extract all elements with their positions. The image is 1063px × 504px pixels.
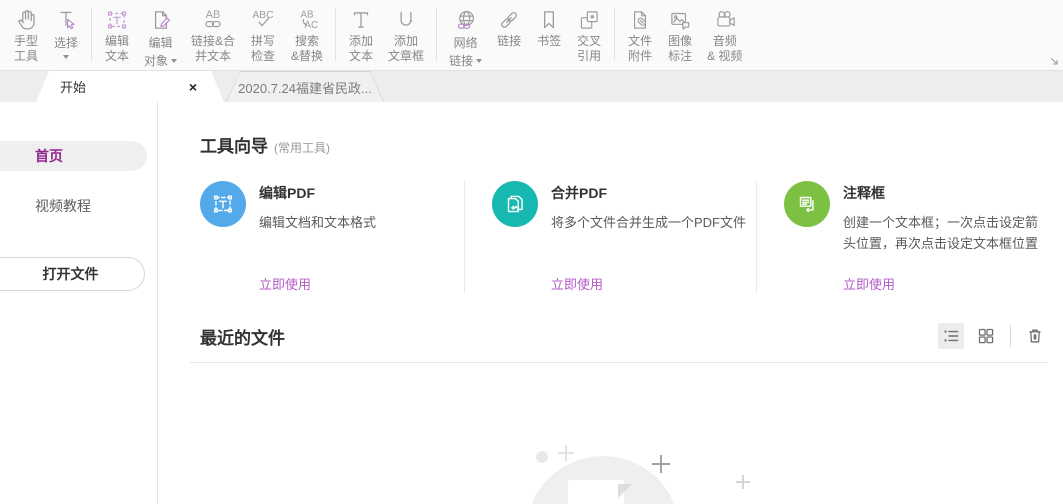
toolbar-edit-text[interactable]: 编辑 文本 [97,4,137,66]
toolbar-bookmark[interactable]: 书签 [529,4,569,51]
card-description: 编辑文档和文本格式 [259,215,377,230]
edit-text-icon [104,6,130,34]
delete-recent-button[interactable] [1022,323,1048,349]
chevron-down-icon [171,59,178,63]
sidebar-item-label: 首页 [35,148,63,164]
add-text-icon [348,6,374,34]
chevron-down-icon [476,59,483,63]
audio-video-icon [711,6,739,34]
toolbar-separator [614,8,616,60]
cross-reference-icon [576,6,602,34]
merge-pdf-icon [492,181,538,227]
card-description: 创建一个文本框；一次点击设定箭头位置，再次点击设定文本框位置 [843,215,1039,251]
toolbar-file-attachment[interactable]: 文件 附件 [620,4,660,66]
toolbar-resize-arrow-icon[interactable] [1050,57,1059,66]
image-annotation-icon [667,6,693,34]
grid-view-button[interactable] [973,323,999,349]
plus-decoration [652,455,670,473]
card-title: 编辑PDF [259,185,315,201]
recent-files-title: 最近的文件 [200,328,285,348]
svg-text:AC: AC [305,20,319,31]
toolbar-select-tool[interactable]: 选择 [46,4,86,61]
toolbar-spell-check[interactable]: ABC 拼写 检查 [242,4,284,66]
add-article-box-icon [393,6,419,34]
sidebar-item-home[interactable]: 首页 [0,141,147,171]
wizard-cards: 编辑PDF 编辑文档和文本格式 立即使用 合并PDF 将多个文件合并生成一个PD… [200,181,1048,293]
card-merge-pdf: 合并PDF 将多个文件合并生成一个PDF文件 立即使用 [464,181,756,293]
wizard-header: 工具向导 (常用工具) [200,132,1048,157]
sidebar: 首页 视频教程 打开文件 [0,102,158,504]
toolbar-edit-object[interactable]: 编辑 对象 [137,4,184,72]
web-link-icon [452,6,480,34]
tab-label: 开始 [60,80,87,95]
edit-pdf-icon [200,181,246,227]
tab-start[interactable]: 开始 × [36,71,224,102]
toolbar-search-replace[interactable]: AB AC 搜索 &替换 [284,4,330,66]
toolbar-audio-video[interactable]: 音频 & 视频 [700,4,749,66]
wizard-subtitle: (常用工具) [274,141,330,155]
content: 首页 视频教程 打开文件 工具向导 (常用工具) 编辑PDF 编辑文档和文本格式… [0,102,1063,504]
close-icon[interactable]: × [186,78,200,96]
sidebar-item-label: 视频教程 [35,198,91,214]
use-now-link[interactable]: 立即使用 [843,274,895,293]
tab-document[interactable]: 2020.7.24福建省民政... [226,71,384,102]
svg-text:AB: AB [206,9,220,21]
toolbar-link-merge-text[interactable]: AB 链接&合 并文本 [184,4,242,66]
bookmark-icon [536,6,562,34]
toolbar-separator [91,8,92,60]
edit-object-icon [148,6,174,34]
spell-check-icon: ABC [249,6,277,34]
toolbar-add-article-box[interactable]: 添加 文章框 [381,4,431,66]
svg-text:ABC: ABC [252,10,274,21]
card-callout-box: 注释框 创建一个文本框；一次点击设定箭头位置，再次点击设定文本框位置 立即使用 [756,181,1048,293]
toolbar-cross-reference[interactable]: 交叉 引用 [569,4,609,66]
link-merge-text-icon: AB [198,6,228,34]
card-title: 合并PDF [551,185,607,201]
sidebar-item-video-tutorials[interactable]: 视频教程 [0,192,157,220]
file-attachment-icon [627,6,653,34]
toolbar-separator [335,8,337,60]
toolbar-image-annotation[interactable]: 图像 标注 [660,4,700,66]
empty-state [200,363,1048,504]
card-edit-pdf: 编辑PDF 编辑文档和文本格式 立即使用 [200,181,464,293]
dot-decoration [536,451,548,463]
callout-box-icon [784,181,830,227]
list-view-button[interactable] [938,323,964,349]
use-now-link[interactable]: 立即使用 [551,274,603,293]
select-cursor-icon [53,6,79,34]
toolbar-separator [436,8,438,60]
tab-bar: 开始 × 2020.7.24福建省民政... [0,71,1063,102]
use-now-link[interactable]: 立即使用 [259,274,311,293]
link-icon [496,6,522,34]
toolbar-link[interactable]: 链接 [489,4,529,51]
recent-files-header: 最近的文件 [200,323,1048,349]
empty-document-icon [568,480,632,504]
svg-text:AB: AB [301,9,314,20]
toolbar: 手型 工具 选择 编辑 文本 编辑 对象 AB 链接&合 并文本 ABC 拼写 … [0,0,1063,71]
search-replace-icon: AB AC [293,6,321,34]
toolbar-add-text[interactable]: 添加 文本 [341,4,381,66]
hand-icon [13,6,39,34]
plus-decoration [736,475,750,489]
card-description: 将多个文件合并生成一个PDF文件 [551,215,747,230]
open-file-button[interactable]: 打开文件 [0,257,145,291]
view-separator [1010,325,1011,347]
wizard-title: 工具向导 [200,137,268,156]
card-title: 注释框 [843,185,885,201]
toolbar-web-link[interactable]: 网络 链接 [442,4,489,72]
main-panel: 工具向导 (常用工具) 编辑PDF 编辑文档和文本格式 立即使用 合并PDF 将… [158,102,1063,504]
tab-label: 2020.7.24福建省民政... [238,80,372,96]
toolbar-hand-tool[interactable]: 手型 工具 [6,4,46,66]
plus-decoration [558,445,574,461]
chevron-down-icon [62,55,69,59]
